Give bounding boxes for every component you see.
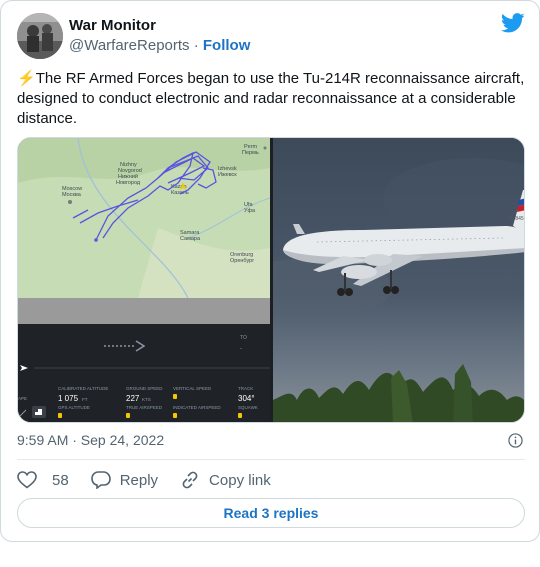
map-city-label: Ижевск	[218, 172, 237, 178]
stat-value: 1 075	[58, 394, 79, 403]
map-city-label: Нижний	[118, 173, 138, 180]
tweet-text: The RF Armed Forces began to use the Tu-…	[17, 70, 525, 127]
tweet-card: War Monitor @WarfareReports · Follow ⚡Th…	[0, 0, 540, 542]
stat-label: VERTICAL SPEED	[173, 386, 212, 391]
lock-icon	[126, 413, 130, 418]
aircraft-photo[interactable]: RF-845	[233, 138, 524, 422]
lock-icon	[173, 394, 177, 399]
twitter-bird-icon[interactable]	[501, 13, 525, 33]
stat-sub-label: SQUAWK	[238, 405, 258, 410]
map-city-label: Пермь	[242, 150, 259, 156]
media-grid: Moscow Москва Nizhny Novgorod Нижний Нов…	[17, 137, 525, 423]
map-city-label: Новгород	[116, 180, 141, 186]
handle-separator: ·	[193, 37, 199, 54]
stat-unit: FT	[82, 397, 88, 402]
stat-sub-label: GPS ALTITUDE	[58, 405, 90, 410]
stat-sub-label: INDICATED AIRSPEED	[173, 405, 221, 410]
lightning-emoji-icon: ⚡	[17, 70, 36, 87]
author-handle-row: @WarfareReports · Follow	[69, 37, 250, 54]
info-icon[interactable]	[508, 433, 523, 448]
lock-icon	[58, 413, 62, 418]
stat-label: CALIBRATED ALTITUDE	[58, 386, 108, 391]
avatar[interactable]	[17, 13, 63, 59]
stat-label: TRACK	[238, 386, 253, 391]
tail-code: RF-845	[507, 216, 524, 222]
to-value: -	[240, 346, 242, 352]
reply-label: Reply	[119, 471, 159, 489]
read-replies-button[interactable]: Read 3 replies	[17, 498, 525, 528]
copy-link-label: Copy link	[209, 471, 271, 489]
map-city-label: Уфа	[244, 208, 256, 214]
stat-value: 304°	[238, 394, 255, 403]
map-city-label: Москва	[62, 192, 82, 198]
map-city-label: Самара	[180, 236, 201, 242]
divider	[17, 459, 525, 460]
link-icon	[182, 471, 198, 489]
corner-label: APE	[18, 396, 27, 401]
map-city-label: Оренбург	[230, 258, 254, 264]
stat-unit: KTS	[142, 397, 151, 402]
tweet-text-block: ⚡The RF Armed Forces began to use the Tu…	[17, 69, 525, 129]
flight-tracker-image[interactable]: Moscow Москва Nizhny Novgorod Нижний Нов…	[18, 138, 271, 422]
to-label: TO	[240, 335, 247, 341]
reply-button[interactable]: Reply	[90, 471, 159, 489]
action-bar: 58 Reply Copy link	[17, 469, 293, 491]
lock-icon	[173, 413, 177, 418]
like-count: 58	[52, 471, 69, 489]
heart-icon	[17, 471, 37, 489]
stat-value: 227	[126, 394, 140, 403]
reply-icon	[90, 471, 111, 489]
stat-sub-label: TRUE AIRSPEED	[126, 405, 163, 410]
author-handle[interactable]: @WarfareReports	[69, 37, 190, 54]
tweet-timestamp[interactable]: 9:59 AM · Sep 24, 2022	[17, 432, 164, 448]
follow-button[interactable]: Follow	[203, 37, 251, 54]
stat-label: GROUND SPEED	[126, 386, 163, 391]
copy-link-button[interactable]: Copy link	[180, 470, 271, 490]
like-button[interactable]: 58	[17, 471, 69, 489]
author-name[interactable]: War Monitor	[69, 17, 156, 34]
lock-icon	[238, 413, 242, 418]
